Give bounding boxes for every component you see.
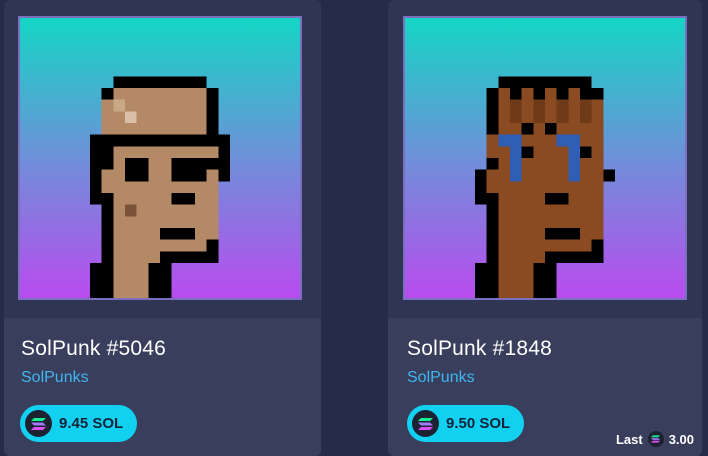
nft-image[interactable]	[18, 16, 302, 300]
last-sale-value: 3.00	[668, 431, 694, 447]
nft-title[interactable]: SolPunk #1848	[407, 337, 552, 361]
nft-image[interactable]	[403, 16, 687, 300]
last-sale: Last 3.00	[616, 431, 694, 447]
nft-card[interactable]: SolPunk #1848 SolPunks 9.50 SOL Last 3.0…	[388, 0, 702, 456]
nft-grid: SolPunk #5046 SolPunks 9.45 SOL SolPunk …	[0, 0, 708, 456]
last-sale-label: Last	[615, 431, 643, 447]
solana-icon	[25, 410, 52, 437]
solana-icon	[412, 410, 439, 437]
collection-link[interactable]: SolPunks	[407, 369, 475, 387]
nft-title[interactable]: SolPunk #5046	[21, 337, 166, 361]
collection-link[interactable]: SolPunks	[21, 369, 89, 387]
solpunk-1848-pixel-art	[475, 76, 615, 298]
price-value: 9.45 SOL	[59, 415, 124, 432]
price-button[interactable]: 9.50 SOL	[407, 405, 525, 442]
price-button[interactable]: 9.45 SOL	[20, 405, 138, 442]
solana-icon	[647, 431, 664, 447]
price-value: 9.50 SOL	[446, 415, 511, 432]
solpunk-5046-pixel-art	[90, 76, 231, 298]
nft-card[interactable]: SolPunk #5046 SolPunks 9.45 SOL	[4, 0, 321, 456]
